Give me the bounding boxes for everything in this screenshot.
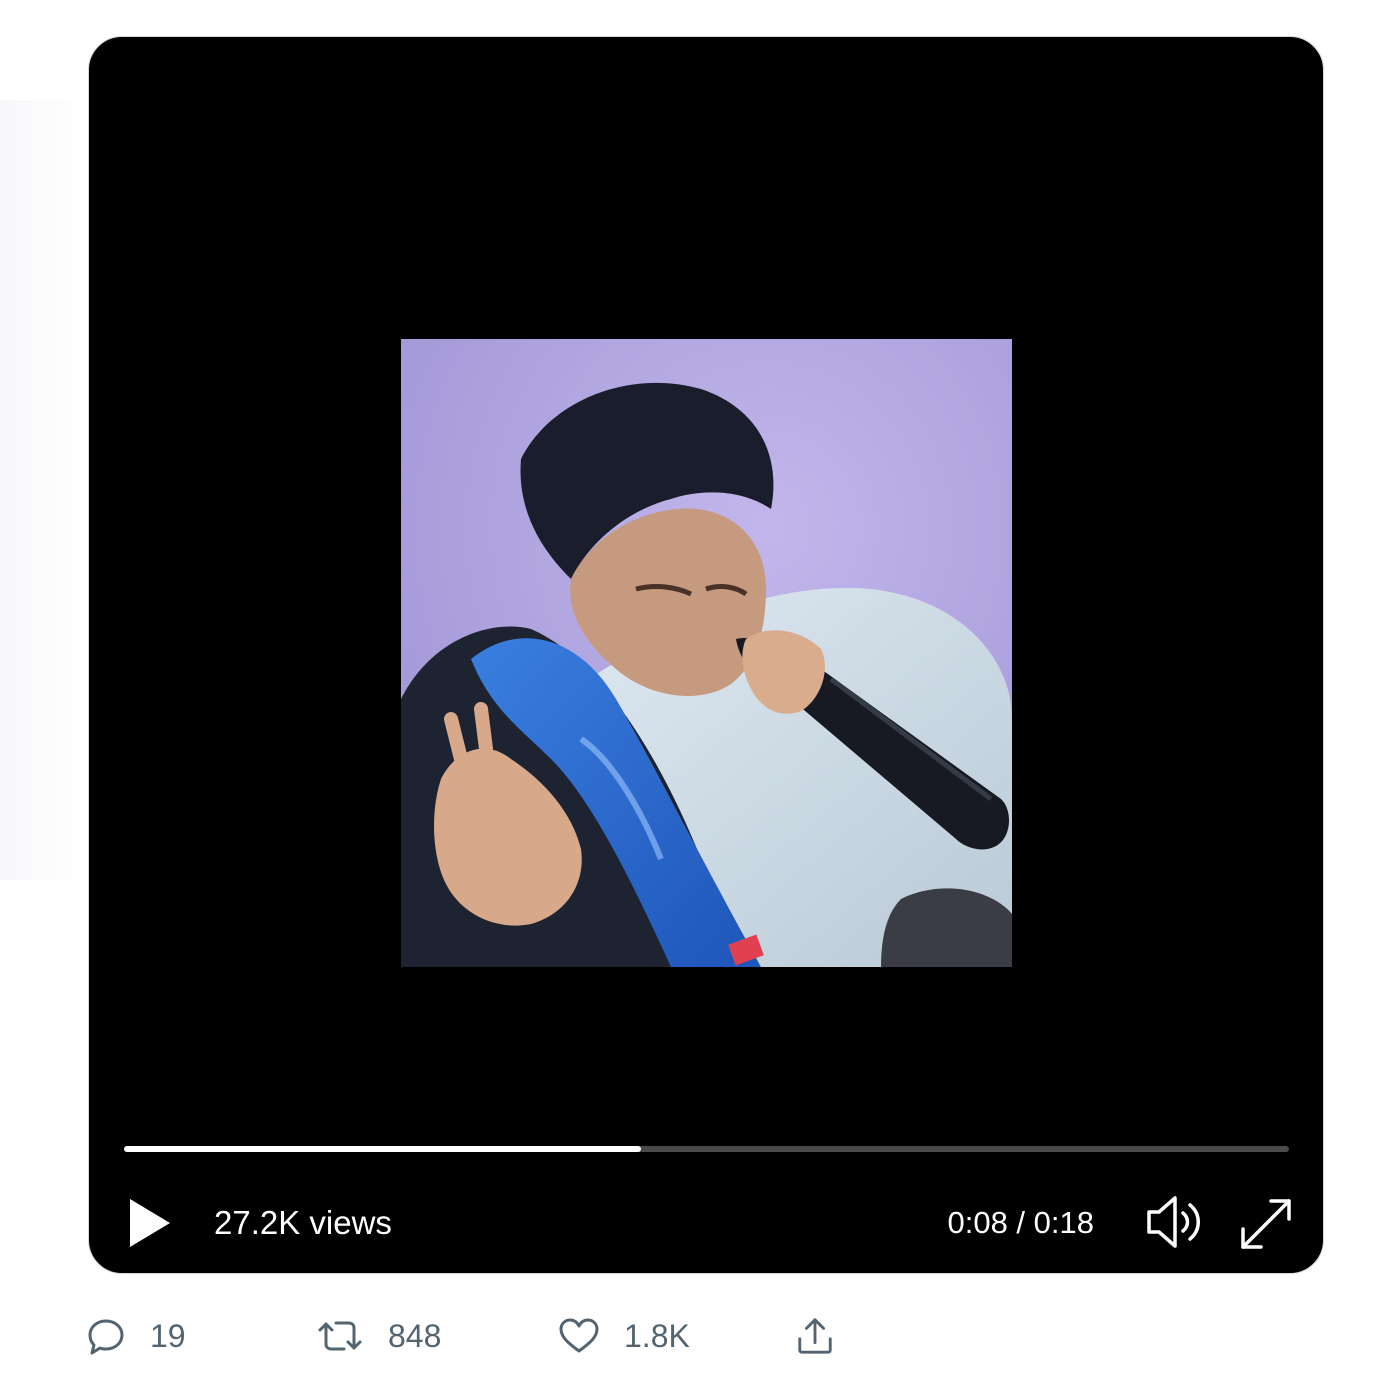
play-button[interactable] [125, 1195, 175, 1251]
play-icon [130, 1199, 170, 1247]
video-still-image [401, 339, 1012, 967]
page-background-fade [0, 100, 88, 880]
time-display: 0:08 / 0:18 [947, 1205, 1094, 1240]
fullscreen-expand-icon [1241, 1199, 1291, 1249]
progress-bar[interactable] [124, 1146, 1289, 1152]
like-button[interactable]: 1.8K [558, 1312, 690, 1360]
heart-icon [559, 1318, 599, 1353]
volume-button[interactable] [1145, 1192, 1209, 1252]
progress-played [124, 1146, 642, 1152]
retweet-button[interactable]: 848 [316, 1312, 441, 1360]
reply-icon [88, 1319, 124, 1355]
reply-count: 19 [150, 1317, 186, 1354]
retweet-count: 848 [388, 1317, 442, 1354]
video-frame[interactable] [401, 339, 1012, 967]
share-icon [798, 1318, 832, 1354]
retweet-icon [318, 1321, 362, 1351]
view-count: 27.2K views [214, 1204, 392, 1241]
like-count: 1.8K [624, 1317, 690, 1354]
reply-button[interactable]: 19 [86, 1312, 186, 1360]
volume-icon [1147, 1196, 1200, 1248]
share-button[interactable] [794, 1312, 836, 1360]
video-player[interactable]: 27.2K views 0:08 / 0:18 [88, 36, 1324, 1274]
fullscreen-button[interactable] [1237, 1195, 1295, 1253]
